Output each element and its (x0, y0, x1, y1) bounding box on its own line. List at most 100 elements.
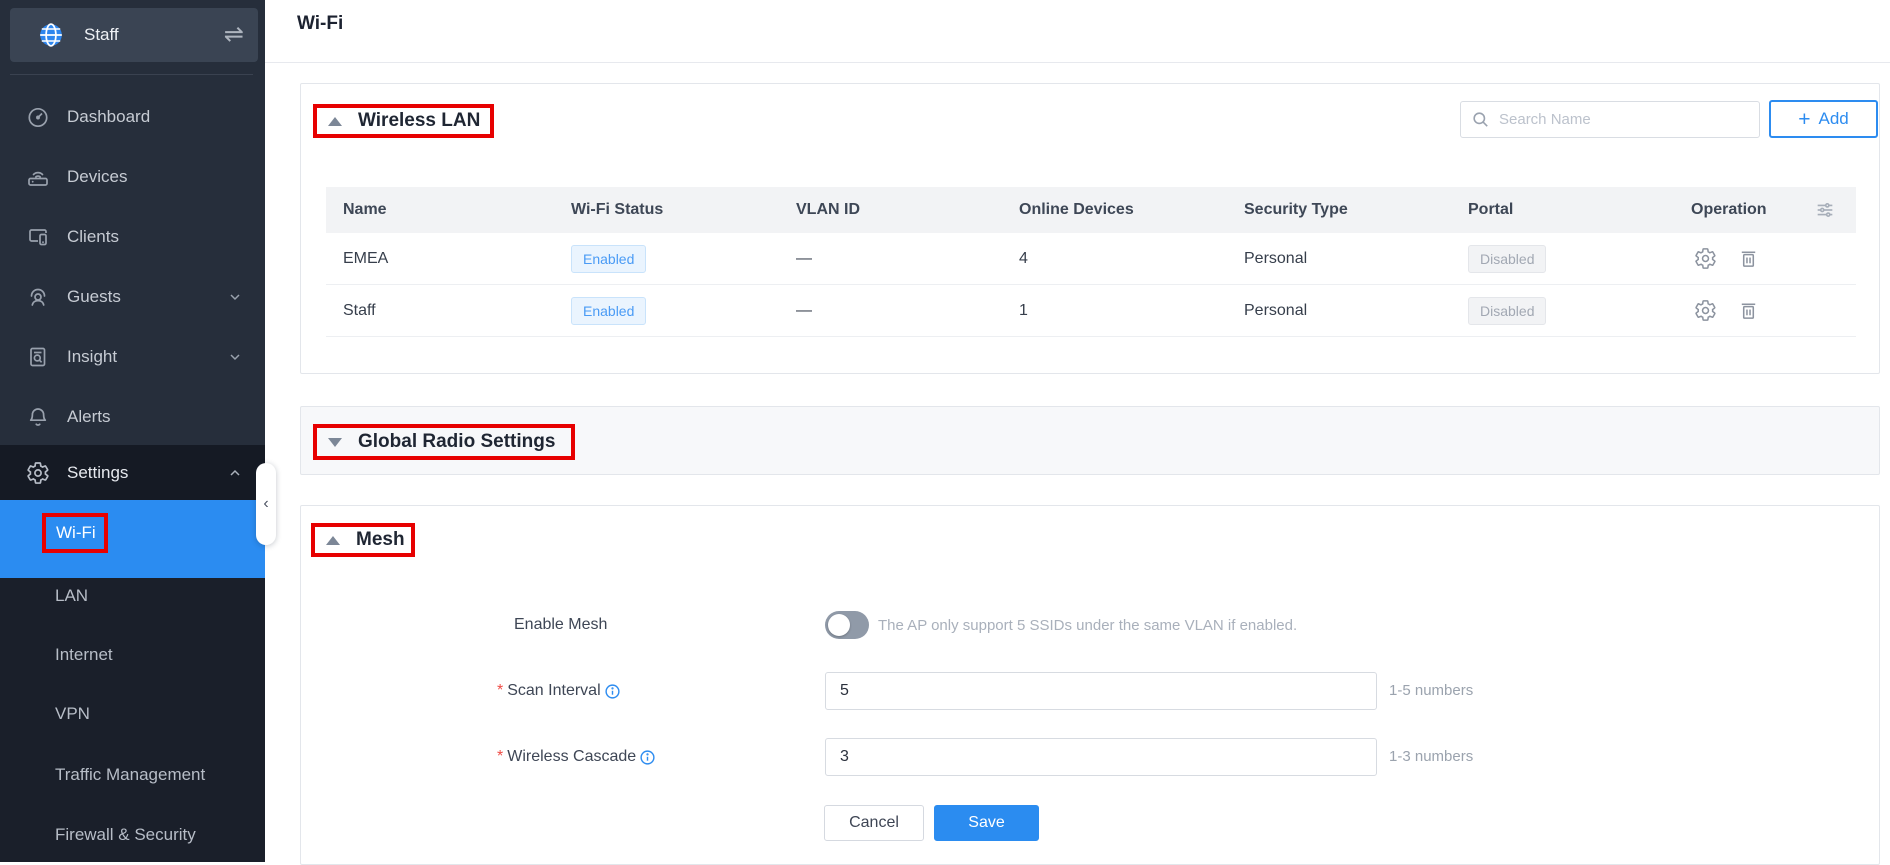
delete-icon[interactable] (1737, 247, 1760, 270)
enable-mesh-label: Enable Mesh (514, 616, 608, 633)
add-button-label: Add (1818, 109, 1849, 128)
annotation-box-global-radio: Global Radio Settings (313, 424, 575, 460)
cell-security-type: Personal (1244, 249, 1308, 267)
sidebar-item-wifi-active[interactable]: Wi-Fi (0, 500, 265, 578)
sidebar-item-label: Clients (67, 227, 119, 246)
search-icon (1471, 110, 1490, 129)
cell-name: Staff (343, 301, 376, 319)
cell-vlan-id: — (796, 249, 812, 267)
column-header-name: Name (343, 201, 387, 218)
sidebar-item-label: Guests (67, 287, 121, 306)
search-box[interactable] (1460, 101, 1760, 138)
cell-name: EMEA (343, 249, 389, 267)
sidebar-item-devices[interactable]: Devices (0, 147, 265, 207)
scan-interval-input[interactable] (825, 672, 1377, 710)
settings-submenu: LAN Internet VPN Traffic Management Fire… (0, 578, 265, 862)
sidebar-item-dashboard[interactable]: Dashboard (0, 87, 265, 147)
global-radio-settings-card: Global Radio Settings (300, 406, 1880, 475)
sidebar-item-settings[interactable]: Settings (0, 445, 265, 500)
table-row[interactable]: Staff Enabled — 1 Personal Disabled (326, 285, 1856, 337)
sidebar-item-label: Dashboard (67, 107, 151, 126)
page-header: Wi-Fi (265, 0, 1890, 63)
table-header-row: Name Wi-Fi Status VLAN ID Online Devices… (326, 187, 1856, 233)
sidebar-item-traffic-management[interactable]: Traffic Management (55, 762, 205, 788)
info-icon[interactable] (604, 683, 621, 700)
collapse-triangle-down-icon[interactable] (328, 437, 342, 447)
chevron-down-icon (227, 349, 243, 365)
field-label-text: Scan Interval (507, 682, 601, 699)
wireless-cascade-label: * Wireless Cascade (497, 748, 656, 766)
table-row[interactable]: EMEA Enabled — 4 Personal Disabled (326, 233, 1856, 285)
cell-security-type: Personal (1244, 301, 1308, 319)
sidebar-collapse-handle[interactable]: ‹ (256, 463, 276, 545)
toggle-knob (828, 614, 850, 636)
save-button[interactable]: Save (934, 805, 1039, 841)
sidebar: Staff ⇌ Dashboard Devices Clients Guests… (0, 0, 265, 862)
delete-icon[interactable] (1737, 299, 1760, 322)
sidebar-item-alerts[interactable]: Alerts (0, 387, 265, 447)
dashboard-icon (26, 105, 50, 129)
cell-vlan-id: — (796, 301, 812, 319)
section-title: Global Radio Settings (358, 431, 556, 452)
guests-icon (26, 285, 50, 309)
mesh-card: Mesh Enable Mesh The AP only support 5 S… (300, 505, 1880, 865)
column-header-portal: Portal (1468, 201, 1514, 218)
sidebar-item-label: Wi-Fi (56, 523, 96, 542)
edit-settings-icon[interactable] (1694, 247, 1717, 270)
main-content: Wi-Fi Wireless LAN + Add Name Wi-Fi Stat… (265, 0, 1890, 865)
column-settings-icon[interactable] (1814, 199, 1836, 221)
scan-interval-label: * Scan Interval (497, 682, 621, 700)
sidebar-item-insight[interactable]: Insight (0, 327, 265, 387)
sidebar-item-vpn[interactable]: VPN (55, 701, 90, 727)
info-icon[interactable] (639, 749, 656, 766)
wireless-cascade-hint: 1-3 numbers (1389, 748, 1474, 765)
switch-site-icon[interactable]: ⇌ (224, 23, 244, 47)
site-name: Staff (84, 25, 119, 44)
devices-icon (26, 165, 50, 189)
cell-online-devices: 4 (1019, 249, 1028, 267)
column-header-operation: Operation (1691, 201, 1767, 218)
field-label-text: Wireless Cascade (507, 748, 637, 765)
required-asterisk: * (497, 748, 504, 765)
chevron-down-icon (227, 289, 243, 305)
portal-badge: Disabled (1468, 296, 1547, 325)
scan-interval-hint: 1-5 numbers (1389, 682, 1474, 699)
search-input[interactable] (1499, 111, 1749, 128)
wireless-lan-table: Name Wi-Fi Status VLAN ID Online Devices… (326, 187, 1856, 337)
sidebar-item-guests[interactable]: Guests (0, 267, 265, 327)
cell-online-devices: 1 (1019, 301, 1028, 319)
sidebar-item-label: Insight (67, 347, 118, 366)
insight-icon (26, 345, 50, 369)
site-selector[interactable]: Staff ⇌ (10, 8, 258, 62)
annotation-box-wireless-lan: Wireless LAN (313, 104, 494, 138)
section-title: Mesh (356, 529, 405, 550)
wireless-cascade-input[interactable] (825, 738, 1377, 776)
sidebar-item-lan[interactable]: LAN (55, 583, 88, 609)
add-button[interactable]: + Add (1769, 100, 1878, 138)
enable-mesh-toggle[interactable] (825, 611, 869, 639)
column-header-wifi-status: Wi-Fi Status (571, 201, 664, 218)
column-header-vlan-id: VLAN ID (796, 201, 860, 218)
status-badge: Enabled (571, 244, 647, 273)
chevron-up-icon (227, 465, 243, 481)
annotation-box-mesh: Mesh (311, 523, 415, 557)
cancel-button[interactable]: Cancel (824, 805, 924, 841)
wireless-lan-card: Wireless LAN + Add Name Wi-Fi Status VLA… (300, 83, 1880, 374)
edit-settings-icon[interactable] (1694, 299, 1717, 322)
collapse-triangle-up-icon[interactable] (328, 116, 342, 126)
sidebar-item-label: Settings (67, 462, 129, 482)
plus-icon: + (1798, 107, 1811, 131)
column-header-online-devices: Online Devices (1019, 201, 1134, 218)
status-badge: Enabled (571, 296, 647, 325)
enable-mesh-hint: The AP only support 5 SSIDs under the sa… (878, 617, 1298, 634)
chevron-left-icon: ‹ (263, 495, 269, 512)
sidebar-item-firewall-security[interactable]: Firewall & Security (55, 822, 196, 848)
sidebar-item-internet[interactable]: Internet (55, 642, 113, 668)
globe-icon (38, 22, 64, 48)
collapse-triangle-up-icon[interactable] (326, 535, 340, 545)
sidebar-item-clients[interactable]: Clients (0, 207, 265, 267)
annotation-box-wifi: Wi-Fi (42, 513, 108, 553)
sidebar-item-label: Alerts (67, 407, 111, 426)
sidebar-divider (10, 74, 253, 75)
section-title: Wireless LAN (358, 110, 481, 131)
